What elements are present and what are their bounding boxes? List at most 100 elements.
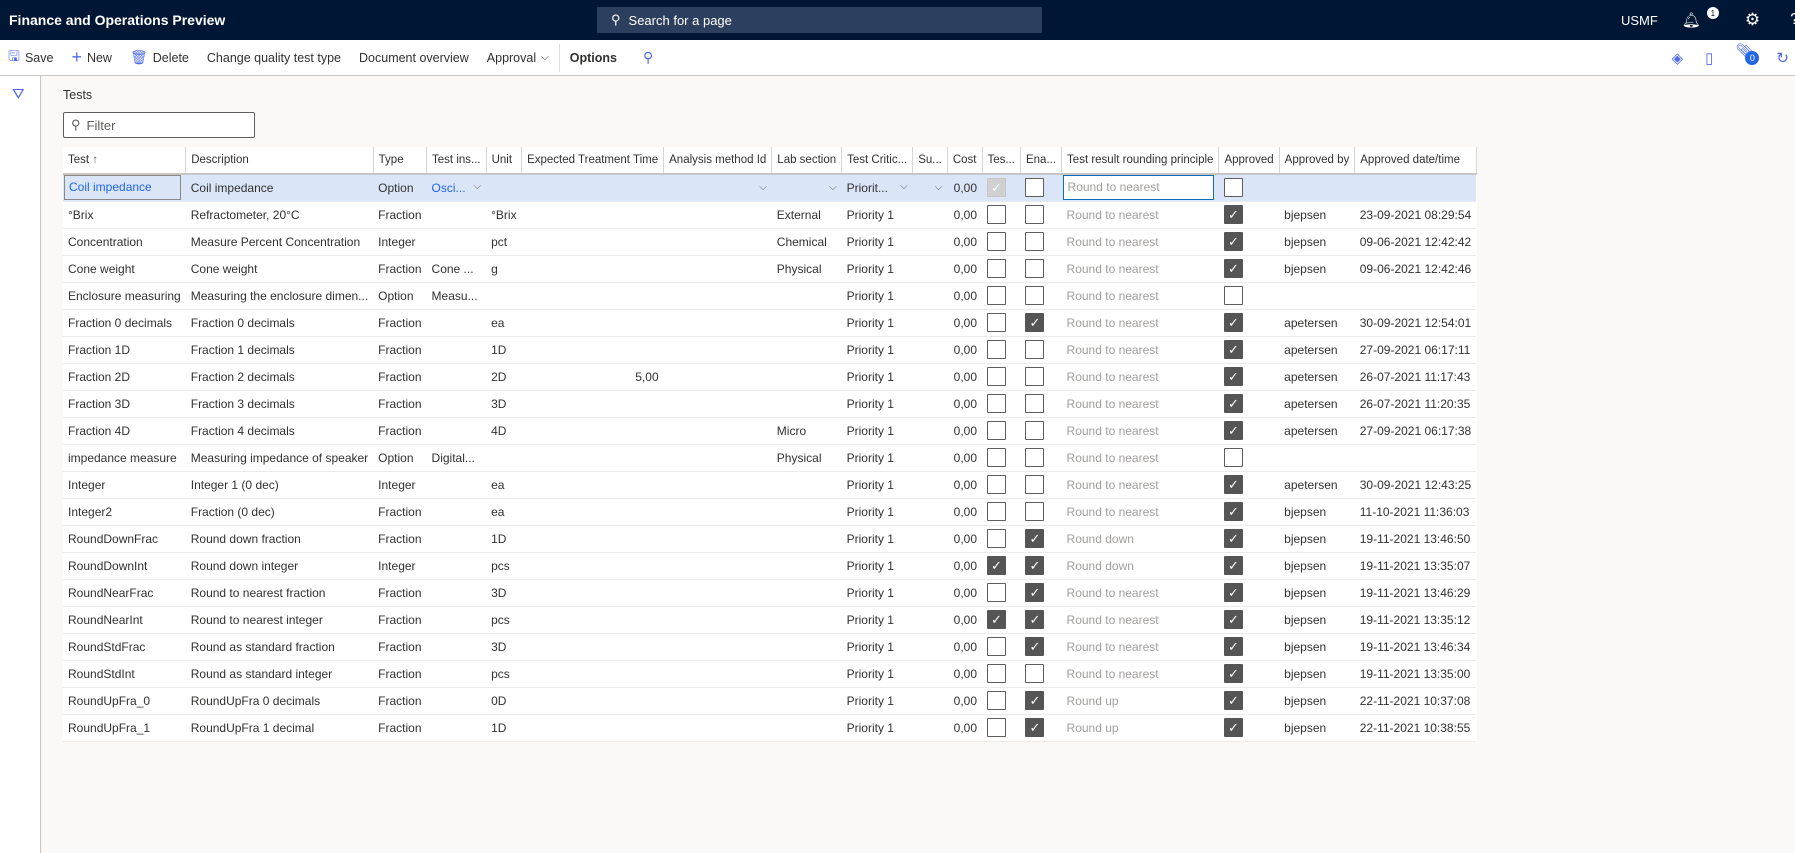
test-flag-checkbox[interactable] — [982, 714, 1021, 742]
test-cell[interactable]: Cone weight — [63, 255, 186, 283]
cost-cell[interactable]: 0,00 — [947, 363, 982, 391]
checkbox-checked[interactable]: ✓ — [1223, 556, 1243, 575]
type-cell[interactable]: Integer — [373, 552, 427, 580]
cost-cell[interactable]: 0,00 — [947, 714, 982, 742]
search-box[interactable]: ⚲ Search for a page — [597, 7, 1042, 33]
type-cell[interactable]: Fraction — [373, 498, 427, 526]
table-row[interactable]: impedance measure Measuring impedance of … — [63, 444, 1477, 472]
expected-treatment-time-cell[interactable] — [521, 606, 664, 634]
rounding-principle-cell[interactable]: Round to nearest — [1061, 417, 1219, 445]
analysis-method-cell[interactable] — [663, 255, 772, 283]
approved-checkbox[interactable]: ✓ — [1218, 228, 1280, 256]
test-cell[interactable]: RoundUpFra_1 — [63, 714, 186, 742]
approved-checkbox[interactable]: ✓ — [1218, 606, 1280, 634]
approved-by-cell[interactable] — [1279, 444, 1355, 472]
test-flag-checkbox[interactable] — [982, 633, 1021, 661]
approved-checkbox[interactable]: ✓ — [1218, 525, 1280, 553]
approved-datetime-cell[interactable]: 27-09-2021 06:17:38 — [1354, 417, 1477, 445]
expected-treatment-time-cell[interactable] — [521, 471, 664, 499]
unit-cell[interactable]: 2D — [486, 363, 522, 391]
checkbox-checked[interactable]: ✓ — [1223, 367, 1243, 386]
sub-cell[interactable] — [912, 309, 948, 337]
sub-cell[interactable] — [912, 228, 948, 256]
expected-treatment-time-cell[interactable] — [521, 201, 664, 229]
analysis-method-cell[interactable] — [663, 363, 772, 391]
cost-cell[interactable]: 0,00 — [947, 660, 982, 688]
unit-cell[interactable]: 3D — [486, 633, 522, 661]
sub-cell[interactable] — [912, 471, 948, 499]
approved-datetime-cell[interactable]: 09-06-2021 12:42:42 — [1354, 228, 1477, 256]
unit-cell[interactable]: ea — [486, 309, 522, 337]
enabled-checkbox[interactable] — [1020, 255, 1062, 283]
unit-cell[interactable] — [486, 174, 522, 202]
approved-by-cell[interactable]: apetersen — [1279, 336, 1355, 364]
checkbox-unchecked[interactable] — [1025, 232, 1045, 251]
column-header[interactable]: Ena... — [1020, 147, 1063, 175]
test-cell[interactable]: RoundStdFrac — [63, 633, 186, 661]
column-header[interactable]: Lab section — [771, 147, 843, 175]
expected-treatment-time-cell[interactable] — [521, 390, 664, 418]
sub-cell[interactable] — [912, 606, 948, 634]
analysis-method-cell[interactable] — [663, 579, 772, 607]
table-row[interactable]: RoundNearFrac Round to nearest fraction Fr… — [63, 579, 1477, 607]
expected-treatment-time-cell[interactable] — [521, 714, 664, 742]
test-criticality-cell[interactable]: Priority 1 — [841, 633, 913, 661]
approved-checkbox[interactable]: ✓ — [1218, 363, 1280, 391]
approved-checkbox[interactable] — [1218, 282, 1280, 310]
test-flag-checkbox[interactable] — [982, 390, 1021, 418]
test-instrument-cell[interactable] — [426, 660, 487, 688]
lab-section-cell[interactable] — [771, 363, 842, 391]
description-cell[interactable]: Round to nearest integer — [185, 606, 374, 634]
checkbox-checked[interactable]: ✓ — [1025, 556, 1045, 575]
approved-by-cell[interactable]: bjepsen — [1279, 228, 1355, 256]
delete-button[interactable]: 🗑︎ Delete — [130, 49, 189, 66]
description-cell[interactable]: RoundUpFra 0 decimals — [185, 687, 374, 715]
test-criticality-cell[interactable]: Priority 1 — [841, 552, 913, 580]
type-cell[interactable]: Fraction — [373, 417, 427, 445]
analysis-method-cell[interactable] — [663, 606, 772, 634]
chevron-down-icon[interactable]: ⌵ — [935, 182, 943, 193]
sub-cell[interactable] — [912, 552, 948, 580]
enabled-checkbox[interactable] — [1020, 363, 1062, 391]
table-row[interactable]: Coil impedance Coil impedance Option Osci..… — [63, 174, 1477, 202]
approved-by-cell[interactable]: apetersen — [1279, 417, 1355, 445]
type-cell[interactable]: Fraction — [373, 660, 427, 688]
bell-icon[interactable]: 🔔︎ 1 — [1682, 7, 1719, 29]
rounding-principle-cell[interactable]: Round up — [1061, 714, 1219, 742]
checkbox-checked[interactable]: ✓ — [1223, 529, 1243, 548]
approved-by-cell[interactable]: apetersen — [1279, 363, 1355, 391]
test-cell[interactable]: RoundNearFrac — [63, 579, 186, 607]
toolbar-search-icon[interactable]: ⚲ — [643, 49, 653, 66]
checkbox-unchecked[interactable] — [1025, 475, 1045, 494]
type-cell[interactable]: Fraction — [373, 579, 427, 607]
enabled-checkbox[interactable]: ✓ — [1020, 606, 1062, 634]
table-row[interactable]: Fraction 2D Fraction 2 decimals Fraction 2D… — [63, 363, 1477, 391]
test-flag-checkbox[interactable] — [982, 444, 1021, 472]
column-header[interactable]: Test ins... — [426, 147, 487, 175]
approved-by-cell[interactable]: bjepsen — [1279, 660, 1355, 688]
test-instrument-cell[interactable] — [426, 633, 487, 661]
test-flag-checkbox[interactable] — [982, 309, 1021, 337]
checkbox-checked[interactable]: ✓ — [1223, 502, 1243, 521]
approved-checkbox[interactable]: ✓ — [1218, 633, 1280, 661]
description-cell[interactable]: Fraction 2 decimals — [185, 363, 374, 391]
sub-cell[interactable] — [912, 444, 948, 472]
sub-cell[interactable] — [912, 336, 948, 364]
checkbox-unchecked[interactable] — [987, 475, 1006, 494]
unit-cell[interactable]: g — [486, 255, 522, 283]
unit-cell[interactable]: °Brix — [486, 201, 522, 229]
approved-datetime-cell[interactable]: 19-11-2021 13:35:00 — [1354, 660, 1477, 688]
test-criticality-cell[interactable]: Priority 1 — [841, 606, 913, 634]
table-row[interactable]: RoundUpFra_1 RoundUpFra 1 decimal Fraction… — [63, 714, 1477, 742]
analysis-method-cell[interactable] — [663, 687, 772, 715]
approved-datetime-cell[interactable]: 27-09-2021 06:17:11 — [1354, 336, 1477, 364]
checkbox-checked[interactable]: ✓ — [1223, 475, 1243, 494]
unit-cell[interactable]: 1D — [486, 525, 522, 553]
test-cell[interactable]: °Brix — [63, 201, 186, 229]
checkbox-unchecked[interactable] — [1025, 286, 1045, 305]
cost-cell[interactable]: 0,00 — [947, 255, 982, 283]
description-cell[interactable]: Fraction 1 decimals — [185, 336, 374, 364]
type-cell[interactable]: Fraction — [373, 201, 427, 229]
document-overview-button[interactable]: Document overview — [359, 51, 469, 65]
checkbox-checked[interactable]: ✓ — [987, 610, 1006, 629]
